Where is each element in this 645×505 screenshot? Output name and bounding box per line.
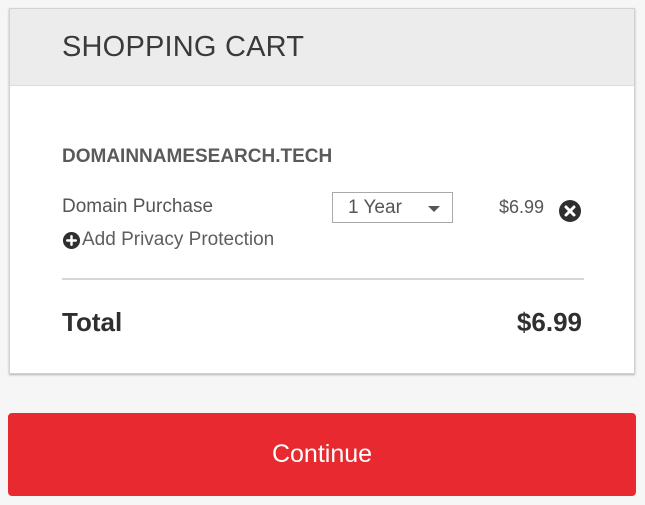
total-value: $6.99	[516, 307, 582, 337]
term-selected-value: 1 Year	[348, 197, 402, 218]
close-circle-icon[interactable]	[558, 199, 582, 223]
shopping-cart-panel: SHOPPING CART DOMAINNAMESEARCH.TECH Doma…	[9, 8, 635, 374]
term-select[interactable]: 1 Year	[332, 192, 453, 223]
divider	[62, 278, 584, 280]
cart-title: SHOPPING CART	[62, 31, 305, 63]
domain-name: DOMAINNAMESEARCH.TECH	[62, 146, 333, 167]
continue-button[interactable]: Continue	[8, 413, 636, 496]
chevron-down-icon	[428, 206, 440, 212]
privacy-protection-label: Add Privacy Protection	[82, 229, 275, 250]
item-label: Domain Purchase	[62, 196, 214, 217]
total-label: Total	[62, 307, 123, 337]
plus-circle-icon	[62, 231, 81, 250]
item-price: $6.99	[499, 197, 545, 217]
